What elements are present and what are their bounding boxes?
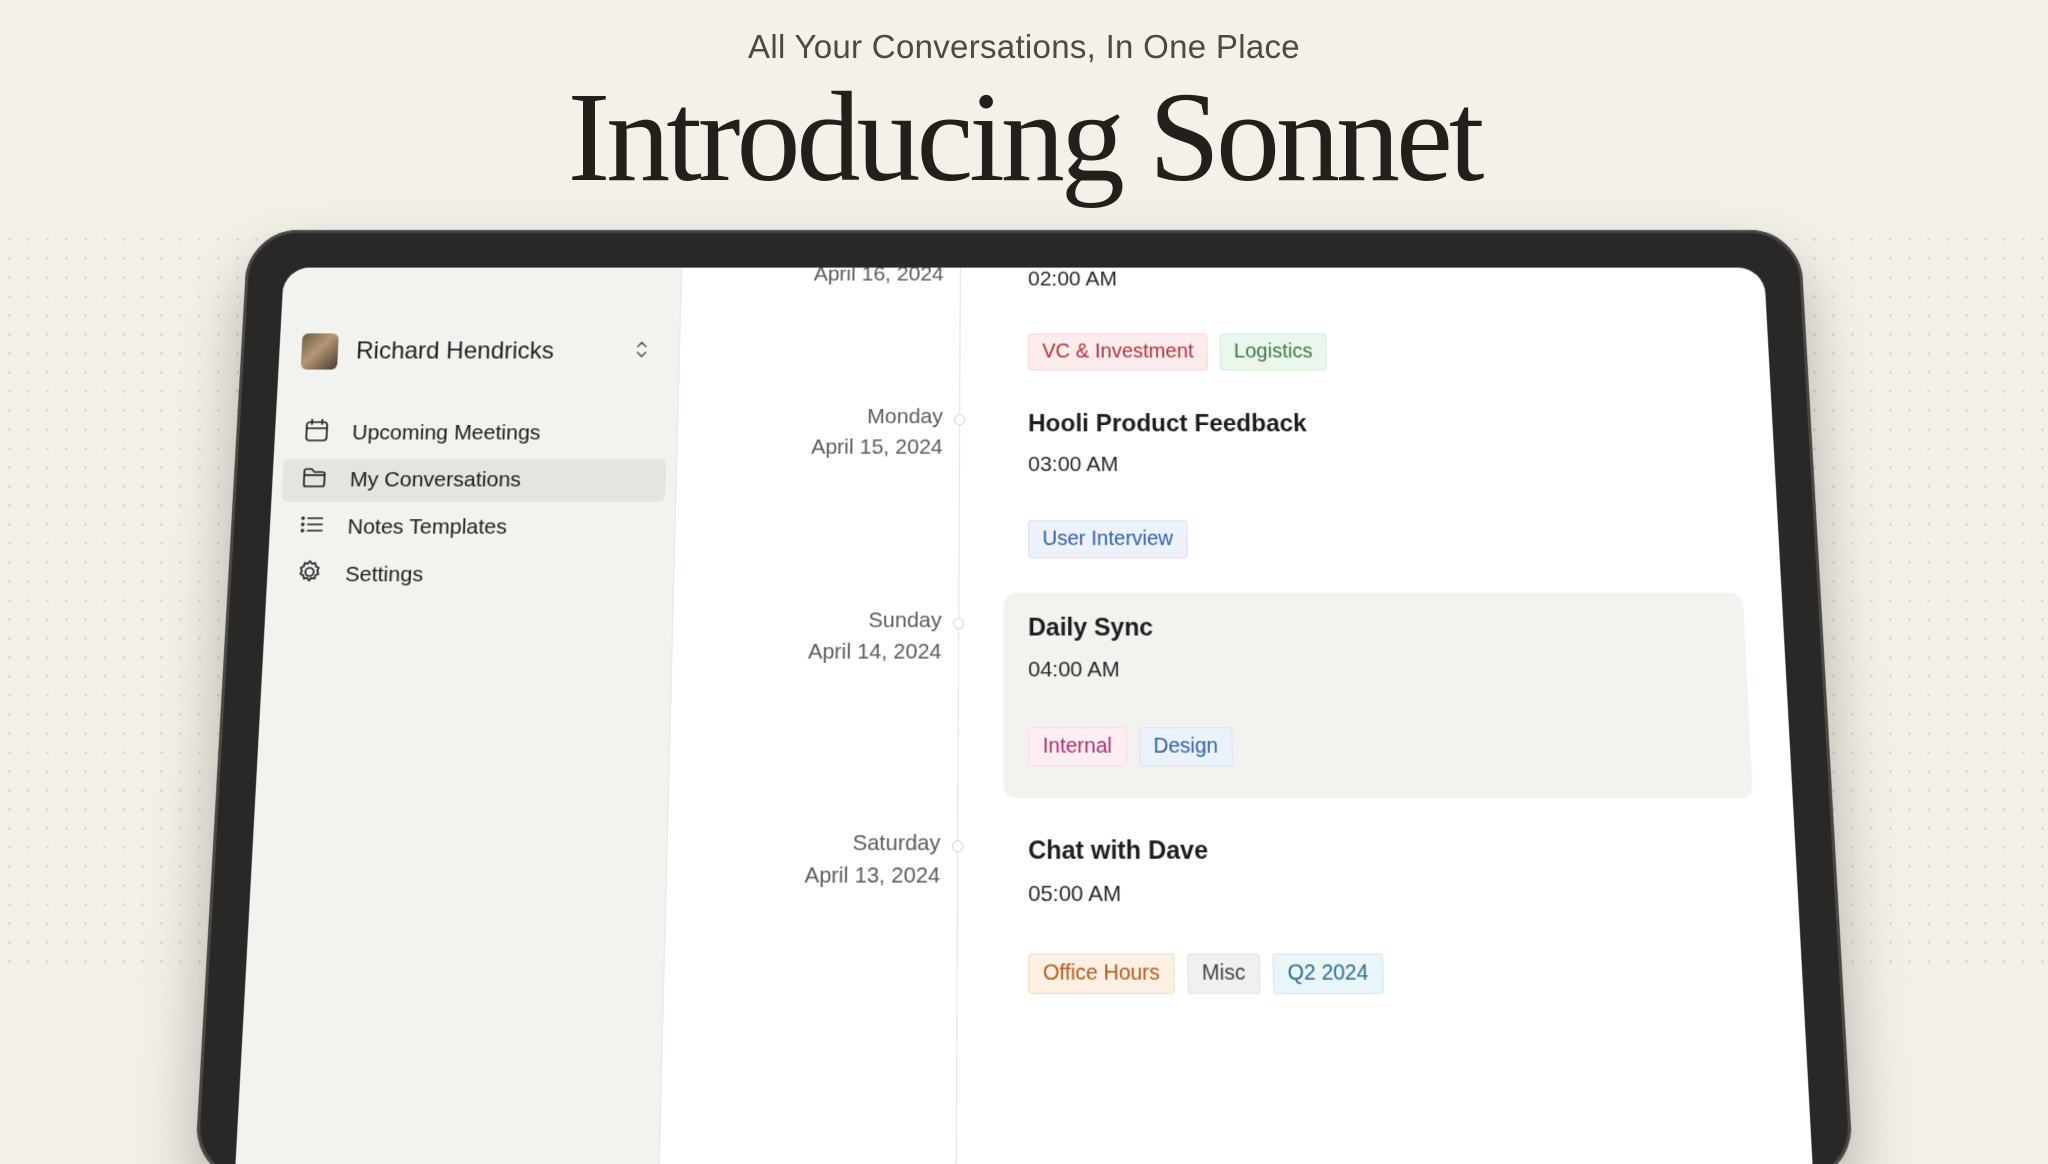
tag[interactable]: Internal [1028,727,1126,766]
conversation-card[interactable]: Chat with Dave 05:00 AM Office Hours Mis… [1003,815,1765,1027]
day-label: Saturday [666,828,940,860]
sidebar: Richard Hendricks [235,268,682,1164]
day-label: Sunday [672,605,942,636]
conversation-time: 05:00 AM [1028,881,1121,907]
folder-icon [300,464,351,497]
chevron-up-down-icon [634,338,649,365]
tag[interactable]: VC & Investment [1028,333,1208,370]
sidebar-item-label: Upcoming Meetings [352,421,541,445]
conversation-title: Daily Sync [1028,614,1153,643]
conversation-timeline: April 16, 2024 02:00 AM VC & Investment … [658,268,1813,1164]
avatar [301,333,339,369]
sidebar-nav: Upcoming Meetings My Conversations [266,408,678,601]
tag-list: VC & Investment Logistics [1028,333,1327,370]
tag-list: Internal Design [1028,727,1233,766]
tag[interactable]: Design [1139,727,1233,766]
date-label: April 16, 2024 [681,268,944,290]
date-label: April 14, 2024 [671,637,942,668]
account-switcher[interactable]: Richard Hendricks [301,333,656,369]
tag[interactable]: User Interview [1028,520,1188,558]
list-icon [298,511,349,544]
tag[interactable]: Logistics [1220,333,1327,370]
calendar-icon [303,417,353,450]
conversation-card[interactable]: 02:00 AM VC & Investment Logistics [1004,268,1733,401]
tag[interactable]: Office Hours [1028,953,1175,994]
sidebar-item-settings[interactable]: Settings [276,553,663,597]
tag[interactable]: Misc [1187,953,1260,994]
conversation-title: Chat with Dave [1028,836,1208,866]
conversation-title: Hooli Product Feedback [1028,410,1307,438]
conversation-time: 03:00 AM [1028,453,1118,478]
tablet-frame: Richard Hendricks [194,230,1854,1164]
timeline-line [956,268,961,1164]
conversation-card[interactable]: Daily Sync 04:00 AM Internal Design [1003,593,1753,799]
day-label: Monday [677,402,943,432]
timeline-date: April 16, 2024 [681,268,944,290]
gear-icon [295,558,346,591]
sidebar-item-my-conversations[interactable]: My Conversations [281,459,666,502]
tag[interactable]: Q2 2024 [1272,953,1383,994]
tag-list: Office Hours Misc Q2 2024 [1028,953,1383,994]
date-label: April 13, 2024 [665,860,940,892]
timeline-date: Sunday April 14, 2024 [671,605,942,668]
sidebar-item-notes-templates[interactable]: Notes Templates [279,506,665,549]
date-label: April 15, 2024 [676,432,943,463]
user-name: Richard Hendricks [355,337,554,365]
sidebar-item-label: Settings [345,563,424,588]
timeline-date: Monday April 15, 2024 [676,402,943,463]
sidebar-item-upcoming-meetings[interactable]: Upcoming Meetings [284,412,667,455]
tag-list: User Interview [1028,520,1188,558]
conversation-time: 02:00 AM [1028,268,1117,292]
conversation-card[interactable]: Hooli Product Feedback 03:00 AM User Int… [1003,390,1742,590]
conversation-time: 04:00 AM [1028,658,1120,683]
timeline-date: Saturday April 13, 2024 [665,828,940,893]
device-perspective: Richard Hendricks [0,0,2048,980]
timeline-dot [952,840,964,852]
sidebar-item-label: Notes Templates [347,515,507,540]
sidebar-item-label: My Conversations [349,468,521,493]
app-screen: Richard Hendricks [235,268,1814,1164]
timeline-dot [953,618,964,629]
timeline-dot [954,414,965,425]
